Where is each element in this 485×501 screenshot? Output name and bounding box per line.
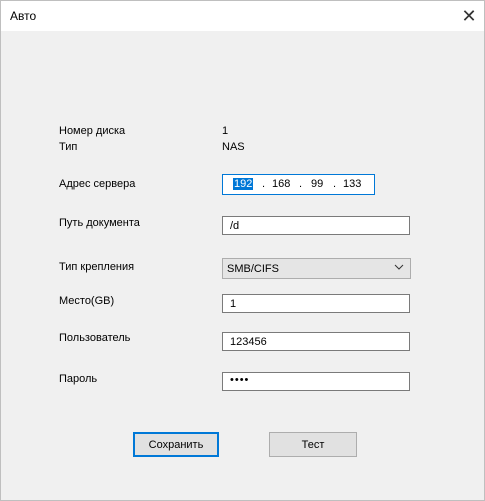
type-label: Тип [59,141,78,153]
ip-dot: . [262,178,266,190]
mount-type-select[interactable]: SMB/CIFS [222,258,411,279]
space-input[interactable]: 1 [222,294,410,313]
dialog-window: Авто ✕ Номер диска 1 Тип NAS Адрес серве… [0,0,485,501]
test-button[interactable]: Тест [269,432,357,457]
mount-type-label: Тип крепления [59,261,135,273]
document-path-input[interactable]: /d [222,216,410,235]
mount-type-value: SMB/CIFS [227,263,279,275]
window-title: Авто [10,9,37,23]
ip-octet-4[interactable]: 133 [343,178,361,190]
close-button[interactable]: ✕ [454,1,484,31]
space-label: Место(GB) [59,295,115,307]
password-label: Пароль [59,373,98,385]
ip-dot: . [333,178,337,190]
ip-octet-3[interactable]: 99 [311,178,323,190]
ip-dot: . [299,178,303,190]
type-value: NAS [222,141,245,153]
disk-number-label: Номер диска [59,125,126,137]
close-icon: ✕ [461,5,477,26]
ip-octet-1[interactable]: 192 [233,178,254,190]
server-address-label: Адрес сервера [59,178,136,190]
title-bar: Авто ✕ [1,1,484,31]
password-input[interactable]: •••• [222,372,410,391]
ip-octet-2[interactable]: 168 [272,178,290,190]
save-button[interactable]: Сохранить [133,432,219,457]
server-address-input[interactable]: 192 . 168 . 99 . 133 [222,174,375,195]
chevron-down-icon [394,261,404,276]
document-path-label: Путь документа [59,217,140,229]
user-label: Пользователь [59,332,131,344]
user-input[interactable]: 123456 [222,332,410,351]
disk-number-value: 1 [222,125,229,137]
